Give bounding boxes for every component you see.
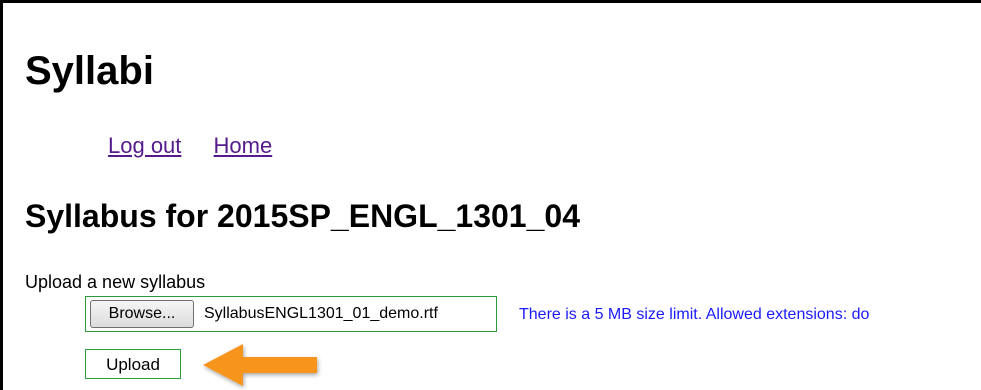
- file-input[interactable]: Browse... SyllabusENGL1301_01_demo.rtf: [85, 296, 497, 332]
- selected-file-name: SyllabusENGL1301_01_demo.rtf: [204, 305, 438, 322]
- page-frame: Syllabi Log out Home Syllabus for 2015SP…: [0, 0, 981, 390]
- upload-button[interactable]: Upload: [85, 349, 181, 379]
- browse-button[interactable]: Browse...: [90, 300, 194, 328]
- nav-links: Log out Home: [108, 133, 298, 159]
- syllabus-heading: Syllabus for 2015SP_ENGL_1301_04: [25, 198, 580, 234]
- page-title: Syllabi: [25, 49, 154, 93]
- home-link[interactable]: Home: [214, 133, 273, 158]
- arrow-left-icon: [203, 344, 317, 386]
- logout-link[interactable]: Log out: [108, 133, 181, 158]
- upload-label: Upload a new syllabus: [25, 272, 206, 292]
- size-limit-note: There is a 5 MB size limit. Allowed exte…: [519, 306, 870, 323]
